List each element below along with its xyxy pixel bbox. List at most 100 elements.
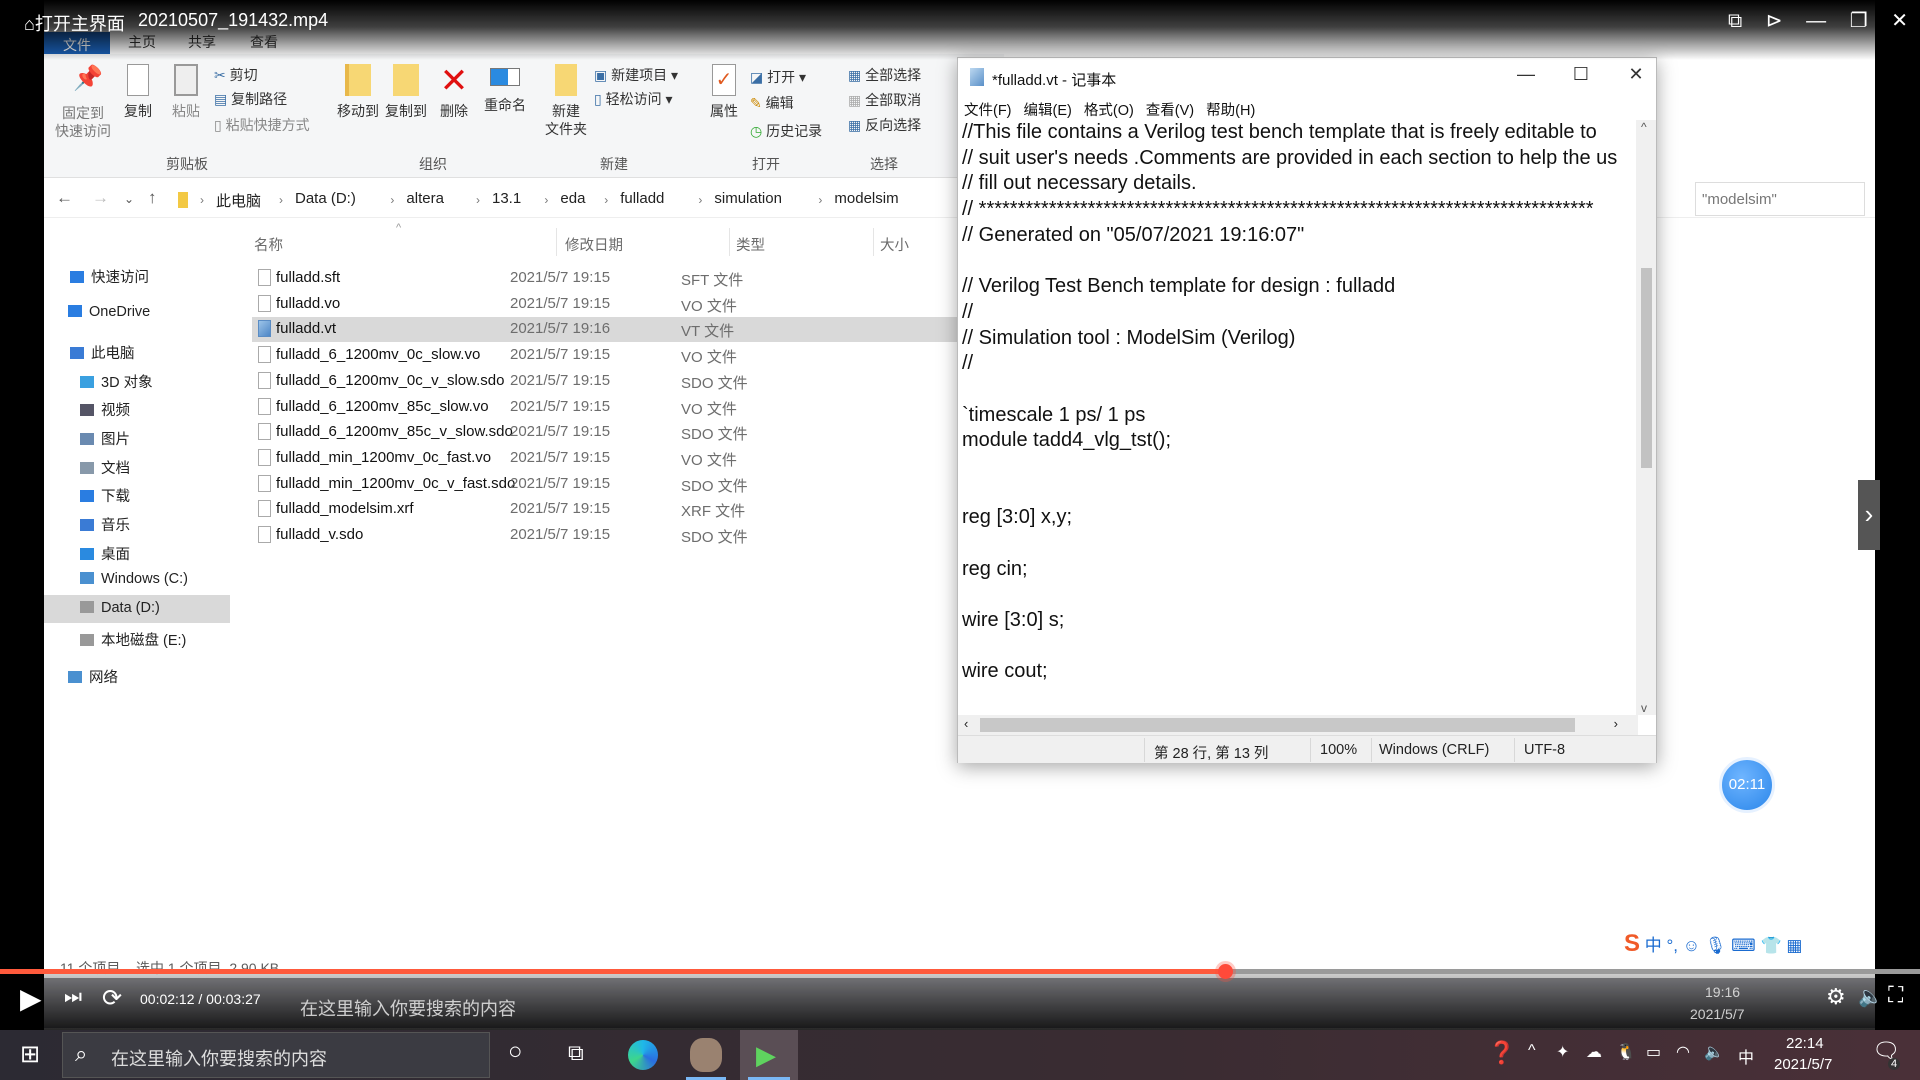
video-player-taskbar-button[interactable]: ▶ xyxy=(740,1030,798,1080)
close-icon[interactable]: ✕ xyxy=(1616,64,1656,85)
windows-start-icon[interactable]: ⊞ xyxy=(20,1040,40,1069)
sidebar-item[interactable]: 图片 xyxy=(44,423,230,451)
breadcrumb-item[interactable]: modelsim xyxy=(834,190,898,207)
menu-item[interactable]: 格式(O) xyxy=(1084,103,1134,119)
minimize-icon[interactable]: — xyxy=(1506,64,1546,85)
sidebar-item[interactable]: 3D 对象 xyxy=(44,366,230,394)
breadcrumb-separator-icon[interactable]: › xyxy=(698,193,702,207)
sidebar-item[interactable]: 视频 xyxy=(44,394,230,422)
new-folder-button[interactable]: 新建 文件夹 xyxy=(544,64,588,138)
file-row[interactable]: fulladd_6_1200mv_85c_v_slow.sdo 2021/5/7 … xyxy=(252,420,1009,445)
column-header-size[interactable]: 大小 xyxy=(880,234,909,255)
breadcrumb-item[interactable]: 此电脑 xyxy=(216,190,261,211)
battery-icon[interactable]: ▭ xyxy=(1646,1042,1661,1062)
file-row[interactable]: fulladd_6_1200mv_0c_v_slow.sdo 2021/5/7 1… xyxy=(252,369,1009,394)
copy-to-button[interactable]: 复制到 xyxy=(384,64,428,120)
breadcrumb-separator-icon[interactable]: › xyxy=(476,193,480,207)
easy-access-button[interactable]: ▯ 轻松访问 ▾ xyxy=(594,90,673,108)
file-row[interactable]: fulladd.vt2021/5/7 19:16VT 文件3 KB xyxy=(252,317,1009,343)
maximize-icon[interactable]: ☐ xyxy=(1561,64,1601,85)
notepad-text-area[interactable]: //This file contains a Verilog test benc… xyxy=(962,120,1630,715)
column-header-name[interactable]: 名称 xyxy=(254,234,283,255)
file-row[interactable]: fulladd.sft2021/5/7 19:15SFT 文件1 KB xyxy=(252,266,1009,291)
settings-gear-icon[interactable]: ⚙ xyxy=(1826,984,1846,1010)
file-row[interactable]: fulladd_min_1200mv_0c_fast.vo 2021/5/7 19… xyxy=(252,446,1009,471)
invert-selection-button[interactable]: ▦ 反向选择 xyxy=(848,116,921,134)
sidebar-item[interactable]: 文档 xyxy=(44,452,230,480)
close-icon[interactable]: ✕ xyxy=(1891,10,1908,32)
select-all-button[interactable]: ▦ 全部选择 xyxy=(848,66,921,84)
back-icon[interactable]: ← xyxy=(56,188,73,208)
cast-icon[interactable]: ⧉ xyxy=(1728,10,1742,32)
progress-handle[interactable] xyxy=(1217,964,1233,979)
pin-top-icon[interactable]: ⊳ xyxy=(1766,10,1783,32)
file-row[interactable]: fulladd_6_1200mv_0c_slow.vo 2021/5/7 19:1… xyxy=(252,343,1009,368)
sidebar-item[interactable]: 此电脑 xyxy=(44,337,230,365)
breadcrumb-separator-icon[interactable]: › xyxy=(279,193,283,207)
menu-item[interactable]: 文件(F) xyxy=(964,103,1012,119)
restore-icon[interactable]: ❐ xyxy=(1850,10,1868,32)
speaker-icon[interactable]: 🔈 xyxy=(1704,1042,1724,1062)
cortana-icon[interactable]: ○ xyxy=(508,1038,523,1066)
file-row[interactable]: fulladd_6_1200mv_85c_slow.vo 2021/5/7 19:… xyxy=(252,395,1009,420)
cloud-icon[interactable]: ☁ xyxy=(1586,1042,1602,1062)
ime-indicator[interactable]: 中 xyxy=(1738,1044,1754,1068)
sidebar-item[interactable]: 桌面 xyxy=(44,538,230,566)
scroll-up-icon[interactable]: ^ xyxy=(1641,120,1647,134)
sidebar-item[interactable]: Data (D:) xyxy=(44,595,230,623)
minimize-icon[interactable]: — xyxy=(1806,10,1826,32)
scroll-left-icon[interactable]: ‹ xyxy=(964,716,968,731)
scroll-right-icon[interactable]: › xyxy=(1614,716,1618,731)
column-header-date[interactable]: 修改日期 xyxy=(565,234,623,255)
menu-item[interactable]: 查看(V) xyxy=(1146,103,1194,119)
notepad-titlebar[interactable]: *fulladd.vt - 记事本 — ☐ ✕ xyxy=(958,58,1656,98)
play-icon[interactable]: ▶ xyxy=(20,982,42,1015)
paste-button[interactable]: 粘贴 xyxy=(164,64,208,120)
volume-icon[interactable]: 🔈 xyxy=(1858,984,1883,1009)
breadcrumb-item[interactable]: simulation xyxy=(714,190,782,207)
timer-bubble[interactable]: 02:11 xyxy=(1719,757,1775,813)
task-view-icon[interactable]: ⧉ xyxy=(568,1040,584,1066)
copy-path-button[interactable]: ▤ 复制路径 xyxy=(214,90,287,108)
breadcrumb-separator-icon[interactable]: › xyxy=(200,193,204,207)
breadcrumb-item[interactable]: fulladd xyxy=(620,190,664,207)
history-button[interactable]: ◷ 历史记录 xyxy=(750,122,822,140)
menu-item[interactable]: 编辑(E) xyxy=(1024,103,1072,119)
sidebar-item[interactable]: 本地磁盘 (E:) xyxy=(44,624,230,652)
scroll-thumb[interactable] xyxy=(980,718,1575,732)
file-row[interactable]: fulladd.vo2021/5/7 19:15VO 文件5 KB xyxy=(252,292,1009,317)
sidebar-item[interactable]: OneDrive xyxy=(44,299,230,327)
clock-time[interactable]: 22:14 xyxy=(1786,1035,1824,1052)
sidebar-item[interactable]: 网络 xyxy=(44,661,230,689)
horizontal-scrollbar[interactable]: ‹ › xyxy=(958,715,1638,735)
next-track-icon[interactable]: ⏭ xyxy=(64,986,82,1009)
sidebar-item[interactable]: Windows (C:) xyxy=(44,566,230,594)
home-button[interactable]: ⌂打开主界面 xyxy=(24,10,125,36)
breadcrumb-item[interactable]: Data (D:) xyxy=(295,190,356,207)
wifi-icon[interactable]: ◠ xyxy=(1676,1042,1690,1062)
recent-chevron-icon[interactable]: ⌄ xyxy=(124,192,134,206)
edit-button[interactable]: ✎ 编辑 xyxy=(750,94,794,112)
paste-shortcut-button[interactable]: ▯ 粘贴快捷方式 xyxy=(214,116,310,134)
scroll-down-icon[interactable]: v xyxy=(1641,701,1647,715)
ime-toolbar[interactable]: S 中 °, ☺ 🎙 ⌨ 👕 ▦ xyxy=(1624,930,1802,958)
breadcrumb-separator-icon[interactable]: › xyxy=(390,193,394,207)
tray-app-icon[interactable]: ✦ xyxy=(1556,1042,1569,1062)
file-row[interactable]: fulladd_min_1200mv_0c_v_fast.sdo 2021/5/7… xyxy=(252,472,1009,497)
breadcrumb-separator-icon[interactable]: › xyxy=(544,193,548,207)
search-input[interactable]: "modelsim" xyxy=(1695,182,1865,216)
breadcrumb-item[interactable]: altera xyxy=(406,190,444,207)
breadcrumb-separator-icon[interactable]: › xyxy=(818,193,822,207)
forward-icon[interactable]: → xyxy=(92,188,109,208)
qq-icon[interactable]: 🐧 xyxy=(1616,1042,1636,1062)
copy-button[interactable]: 复制 xyxy=(116,64,160,120)
avatar-app-icon[interactable] xyxy=(690,1038,722,1072)
rename-button[interactable]: 重命名 xyxy=(480,64,530,114)
select-none-button[interactable]: ▦ 全部取消 xyxy=(848,91,921,109)
loop-icon[interactable]: ⟳ xyxy=(102,984,122,1013)
menu-item[interactable]: 帮助(H) xyxy=(1206,103,1255,119)
help-icon[interactable]: ❓ xyxy=(1488,1040,1515,1066)
tray-expand-icon[interactable]: ^ xyxy=(1528,1042,1536,1060)
breadcrumb-separator-icon[interactable]: › xyxy=(604,193,608,207)
edge-browser-icon[interactable] xyxy=(628,1040,658,1070)
